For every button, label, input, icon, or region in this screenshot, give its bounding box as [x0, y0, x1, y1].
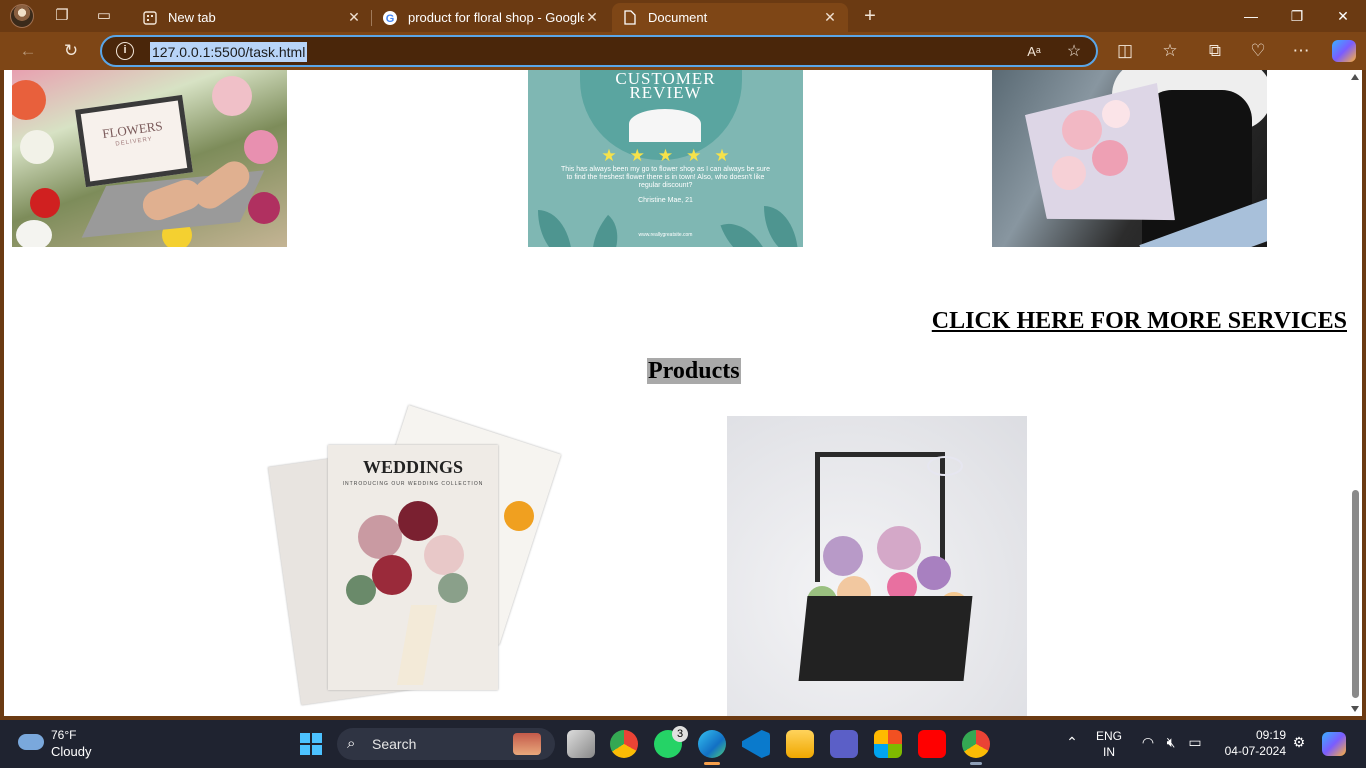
flower-box-product-image[interactable]	[727, 416, 1027, 716]
close-tab-icon[interactable]: ✕	[584, 9, 600, 26]
copilot-icon[interactable]	[1332, 40, 1356, 62]
clock-date[interactable]: 04-07-2024	[1214, 744, 1286, 758]
browser-toolbar: ← ↻ i 127.0.0.1:5500/task.html Aᵃ ☆ ◫ ☆ …	[0, 32, 1366, 70]
scrollbar-thumb[interactable]	[1352, 490, 1359, 698]
minimize-button[interactable]: —	[1228, 0, 1274, 32]
weddings-product-image[interactable]: WEDDINGS INTRODUCING OUR WEDDING COLLECT…	[254, 405, 561, 716]
clock-time[interactable]: 09:19	[1216, 728, 1286, 742]
url-text[interactable]: 127.0.0.1:5500/task.html	[150, 42, 308, 62]
read-aloud-icon[interactable]: Aᵃ	[1024, 42, 1044, 62]
review-text: This has always been my go to flower sho…	[561, 166, 770, 189]
reviewer-photo	[626, 106, 704, 142]
chrome-icon[interactable]	[610, 730, 638, 758]
tab-actions-icon[interactable]: ▭	[94, 6, 114, 26]
more-menu-icon[interactable]: ⋯	[1291, 41, 1311, 61]
flowers-delivery-image: FLOWERS DELIVERY	[12, 70, 287, 247]
favorite-star-icon[interactable]: ☆	[1064, 42, 1084, 62]
weather-temperature[interactable]: 76°F	[51, 728, 76, 742]
document-icon	[622, 10, 638, 26]
whatsapp-badge: 3	[672, 726, 688, 742]
vertical-scrollbar[interactable]	[1348, 70, 1362, 716]
refresh-icon[interactable]: ↻	[61, 41, 81, 61]
tab-new-tab[interactable]: New tab ✕	[132, 3, 372, 32]
close-tab-icon[interactable]: ✕	[346, 9, 362, 26]
google-icon: G	[382, 10, 398, 26]
split-screen-icon[interactable]: ◫	[1115, 41, 1135, 61]
tab-title: New tab	[168, 10, 216, 25]
address-bar[interactable]: i 127.0.0.1:5500/task.html Aᵃ ☆	[100, 35, 1098, 67]
vscode-icon[interactable]	[742, 730, 770, 758]
task-view-icon[interactable]	[567, 730, 595, 758]
weather-description[interactable]: Cloudy	[51, 744, 91, 759]
taskbar-search[interactable]: ⌕ Search	[337, 728, 555, 760]
profile-avatar[interactable]	[10, 4, 34, 28]
favorites-icon[interactable]: ☆	[1160, 41, 1180, 61]
whatsapp-icon[interactable]: 3	[654, 726, 688, 758]
chrome-profile-icon[interactable]	[962, 730, 990, 765]
search-icon: ⌕	[347, 735, 356, 752]
collections-icon[interactable]: ⧉	[1205, 41, 1225, 61]
close-window-button[interactable]: ✕	[1320, 0, 1366, 32]
close-tab-icon[interactable]: ✕	[822, 9, 838, 26]
copilot-taskbar-icon[interactable]	[1322, 732, 1346, 756]
youtube-icon[interactable]	[918, 730, 946, 758]
language-indicator[interactable]: ENG	[1094, 729, 1124, 743]
tab-title: product for floral shop - Google	[408, 10, 584, 25]
site-info-icon[interactable]: i	[116, 42, 134, 60]
show-hidden-icons-chevron-icon[interactable]: ⌃	[1063, 734, 1081, 751]
language-region[interactable]: IN	[1094, 745, 1124, 759]
magazine-cover: WEDDINGS INTRODUCING OUR WEDDING COLLECT…	[328, 445, 498, 690]
browser-essentials-icon[interactable]: ♡	[1248, 41, 1268, 61]
tab-strip: ❐ ▭ New tab ✕ G product for floral shop …	[0, 0, 1366, 32]
microsoft-store-icon[interactable]	[874, 730, 902, 758]
new-tab-plus-icon[interactable]: +	[860, 6, 880, 26]
edge-icon[interactable]	[698, 730, 726, 765]
notifications-icon[interactable]: ⚙	[1290, 734, 1308, 751]
review-site-url: www.reallygreatsite.com	[638, 232, 693, 238]
page-viewport: FLOWERS DELIVERY CUSTOMER REVIEW ★★★★★ T…	[4, 70, 1362, 716]
tab-document[interactable]: Document ✕	[612, 3, 848, 32]
search-label: Search	[372, 736, 417, 752]
file-explorer-icon[interactable]	[786, 730, 814, 758]
cloud-icon[interactable]	[18, 734, 44, 750]
taskbar: 76°F Cloudy ⌕ Search 3 ⌃ ENG IN ◠ 🔇︎ ▭ 0…	[0, 720, 1366, 768]
rating-stars: ★★★★★	[601, 146, 743, 165]
svg-text:G: G	[386, 13, 395, 25]
laptop-screen: FLOWERS DELIVERY	[75, 94, 193, 188]
back-arrow-icon[interactable]: ←	[18, 41, 38, 61]
battery-icon[interactable]: ▭	[1186, 734, 1204, 751]
teams-icon[interactable]	[830, 730, 858, 758]
tab-google-search[interactable]: G product for floral shop - Google ✕	[372, 3, 610, 32]
scroll-down-icon[interactable]	[1351, 706, 1359, 712]
workspaces-icon[interactable]: ❐	[52, 6, 72, 26]
reviewer-name: Christine Mae, 21	[638, 197, 693, 204]
restore-button[interactable]: ❐	[1274, 0, 1320, 32]
scroll-up-icon[interactable]	[1351, 74, 1359, 80]
newtab-icon	[142, 10, 158, 26]
search-highlight-icon	[513, 733, 541, 755]
products-heading: Products	[647, 358, 741, 384]
volume-muted-icon[interactable]: 🔇︎	[1162, 734, 1180, 751]
customer-review-image: CUSTOMER REVIEW ★★★★★ This has always be…	[528, 70, 803, 247]
more-services-link[interactable]: CLICK HERE FOR MORE SERVICES	[932, 308, 1347, 335]
start-button[interactable]	[300, 733, 322, 755]
bouquet-delivery-image	[992, 70, 1267, 247]
tab-title: Document	[648, 10, 708, 25]
wifi-icon[interactable]: ◠	[1139, 734, 1157, 751]
